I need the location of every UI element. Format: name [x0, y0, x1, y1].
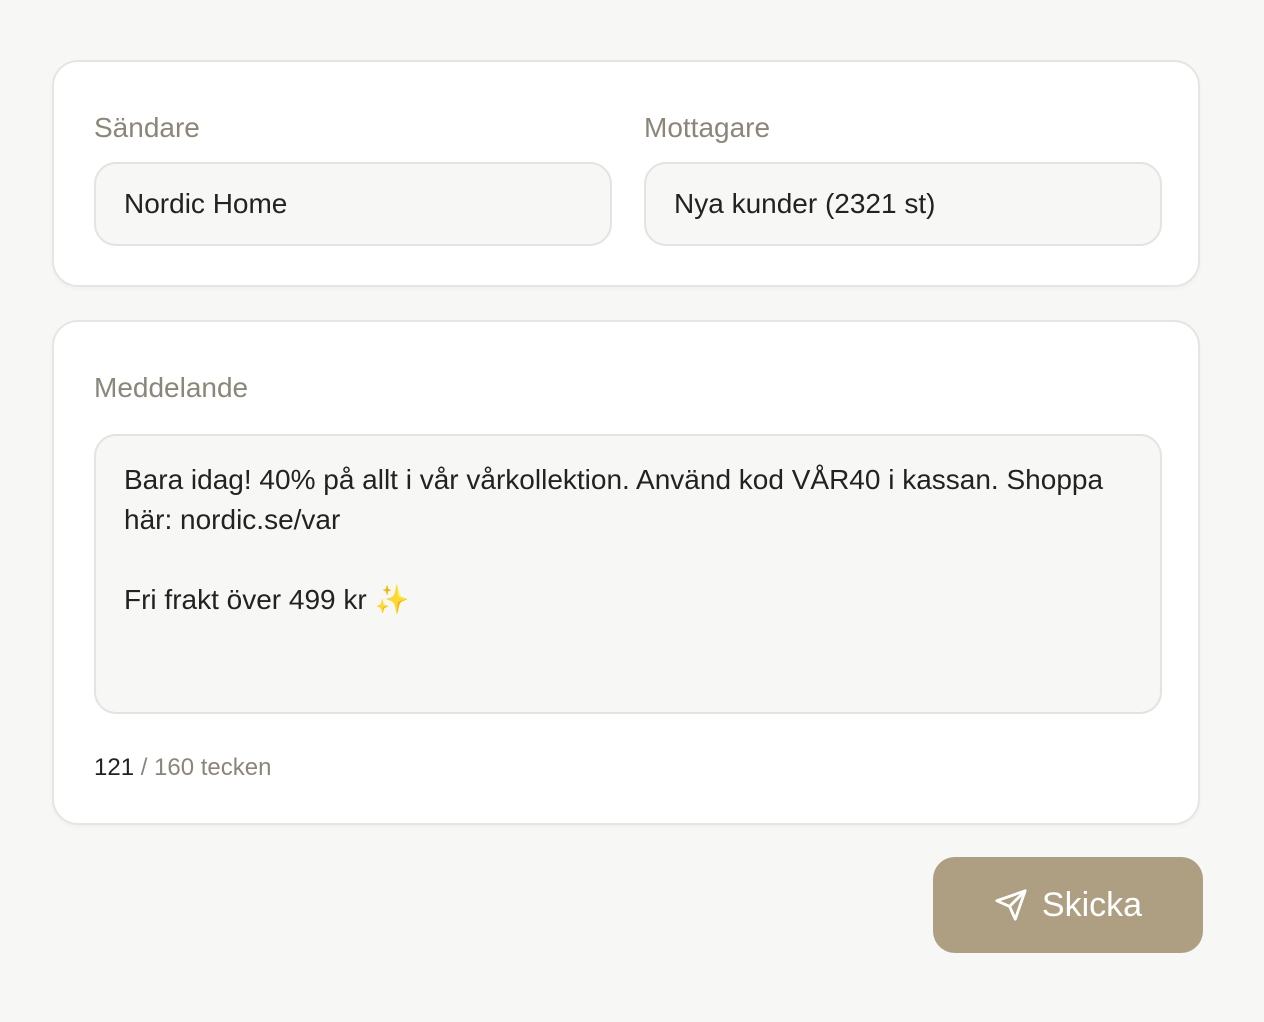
message-card: Meddelande Bara idag! 40% på allt i vår …	[52, 320, 1200, 825]
message-textarea[interactable]: Bara idag! 40% på allt i vår vårkollekti…	[94, 434, 1162, 714]
sender-value: Nordic Home	[124, 188, 288, 219]
character-count-current: 121	[94, 754, 135, 781]
recipient-label: Mottagare	[644, 112, 771, 143]
message-line-3: Fri frakt över 499 kr ✨	[124, 580, 1132, 620]
sender-label: Sändare	[94, 112, 200, 143]
recipient-input[interactable]: Nya kunder (2321 st)	[644, 162, 1162, 246]
message-line-2: här: nordic.se/var	[124, 504, 341, 535]
character-count-limit: / 160 tecken	[134, 754, 272, 781]
message-line-3-text: Fri frakt över 499 kr	[124, 584, 375, 615]
send-button[interactable]: Skicka	[933, 857, 1203, 953]
send-button-label: Skicka	[1041, 885, 1143, 924]
sparkles-icon: ✨	[374, 584, 410, 615]
message-label: Meddelande	[94, 372, 249, 403]
paper-plane-icon	[994, 888, 1028, 922]
recipient-value: Nya kunder (2321 st)	[674, 188, 936, 219]
character-counter: 121 / 160 tecken	[94, 754, 271, 782]
sender-recipient-card: Sändare Nordic Home Mottagare Nya kunder…	[52, 60, 1200, 287]
message-line-1: Bara idag! 40% på allt i vår vårkollekti…	[124, 464, 1104, 495]
sender-input[interactable]: Nordic Home	[94, 162, 612, 246]
